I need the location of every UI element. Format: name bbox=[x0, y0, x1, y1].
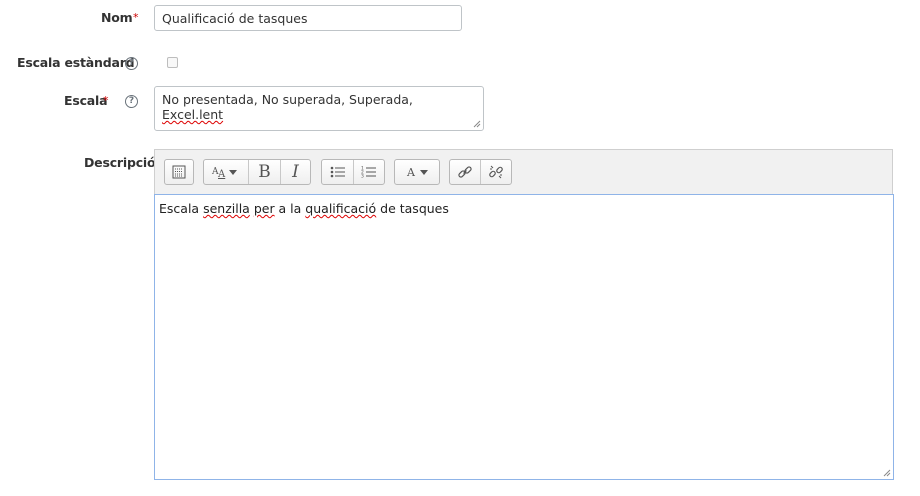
nom-label: Nom bbox=[101, 10, 133, 25]
show-more-button[interactable] bbox=[165, 160, 193, 184]
unlink-icon bbox=[489, 165, 503, 179]
help-icon[interactable]: ? bbox=[125, 95, 138, 108]
text-segment-misspelled: qualificació bbox=[305, 201, 377, 216]
nom-input[interactable]: Qualificació de tasques bbox=[154, 5, 462, 31]
escala-value: No presentada, No superada, Superada, bbox=[162, 92, 413, 107]
bold-button[interactable]: B bbox=[249, 160, 281, 184]
link-icon bbox=[458, 166, 472, 178]
ordered-list-button[interactable]: 1 2 3 bbox=[354, 160, 384, 184]
toolbar-group-more bbox=[164, 159, 194, 185]
italic-button[interactable]: I bbox=[281, 160, 310, 184]
svg-text:A: A bbox=[217, 169, 226, 179]
svg-text:3: 3 bbox=[361, 174, 364, 180]
escala-estandard-checkbox[interactable] bbox=[167, 57, 178, 68]
font-style-button[interactable]: A A bbox=[204, 160, 249, 184]
text-segment: de tasques bbox=[376, 201, 449, 216]
text-segment: a la bbox=[274, 201, 306, 216]
editor-toolbar: A A B I 1 2 3 A bbox=[154, 149, 893, 194]
link-button[interactable] bbox=[450, 160, 481, 184]
toolbar-group-lists: 1 2 3 bbox=[321, 159, 385, 185]
text-segment-misspelled: per bbox=[253, 201, 275, 216]
nom-value: Qualificació de tasques bbox=[162, 11, 308, 26]
show-more-icon bbox=[172, 165, 186, 179]
font-style-icon: A A bbox=[211, 167, 237, 179]
descripcio-label: Descripció bbox=[84, 155, 156, 170]
ordered-list-icon: 1 2 3 bbox=[361, 166, 376, 180]
font-color-button[interactable]: A bbox=[395, 160, 439, 184]
text-segment: Escala bbox=[159, 201, 204, 216]
descripcio-text: Escala senzilla per a la qualificació de… bbox=[159, 201, 449, 216]
resize-handle-icon[interactable] bbox=[473, 120, 481, 128]
toolbar-group-style: A A B I bbox=[203, 159, 311, 185]
unlink-button[interactable] bbox=[481, 160, 511, 184]
escala-estandard-label: Escala estàndard bbox=[17, 55, 135, 70]
toolbar-group-links bbox=[449, 159, 512, 185]
text-segment-misspelled: senzilla bbox=[203, 201, 250, 216]
svg-text:A: A bbox=[406, 166, 416, 179]
unordered-list-button[interactable] bbox=[322, 160, 354, 184]
unordered-list-icon bbox=[330, 166, 345, 178]
resize-handle-icon[interactable] bbox=[883, 469, 891, 477]
required-icon: * bbox=[133, 11, 139, 24]
escala-value-misspelled: Excel.lent bbox=[162, 107, 224, 122]
font-color-icon: A bbox=[406, 166, 428, 179]
help-icon[interactable]: ? bbox=[125, 57, 138, 70]
required-icon: * bbox=[103, 94, 109, 107]
descripcio-editor[interactable]: Escala senzilla per a la qualificació de… bbox=[154, 194, 894, 480]
escala-textarea[interactable]: No presentada, No superada, Superada, Ex… bbox=[154, 86, 484, 131]
toolbar-group-color: A bbox=[394, 159, 440, 185]
escala-label: Escala bbox=[64, 93, 108, 108]
